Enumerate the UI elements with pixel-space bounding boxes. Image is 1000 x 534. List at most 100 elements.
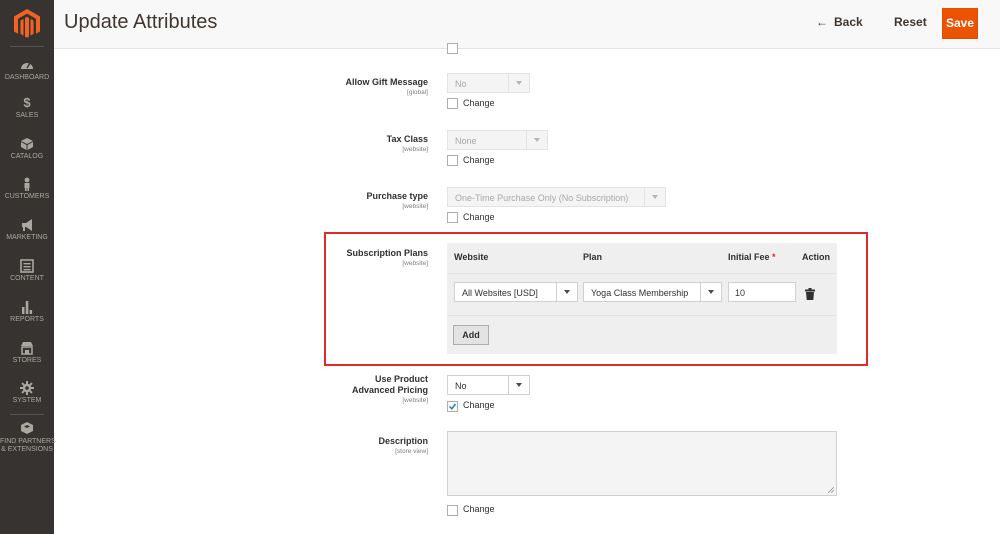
sidebar-item-find-partners[interactable]: FIND PARTNERS & EXTENSIONS xyxy=(0,421,56,454)
sidebar-divider xyxy=(10,46,44,47)
column-header-initial-fee: Initial Fee * xyxy=(728,252,776,262)
add-plan-button[interactable]: Add xyxy=(453,325,489,345)
subscription-plans-table: Website Plan Initial Fee * Action All We… xyxy=(447,243,837,354)
store-icon xyxy=(21,342,33,355)
content-icon xyxy=(20,259,34,273)
sidebar-item-catalog[interactable]: CATALOG xyxy=(0,137,54,161)
gift-message-change-checkbox[interactable] xyxy=(447,98,458,109)
sidebar-item-label: REPORTS xyxy=(10,316,44,323)
sidebar-item-reports[interactable]: REPORTS xyxy=(0,300,54,324)
sidebar-item-label: DASHBOARD xyxy=(4,74,50,81)
chevron-down-icon xyxy=(556,283,577,301)
admin-sidebar: DASHBOARD $ SALES CATALOG CUSTOMERS MARK… xyxy=(0,0,56,534)
change-label: Change xyxy=(463,155,495,165)
purchase-type-change-checkbox[interactable] xyxy=(447,212,458,223)
scope-label: [store view] xyxy=(395,448,428,455)
sidebar-item-system[interactable]: SYSTEM xyxy=(0,381,54,405)
sidebar-item-sales[interactable]: $ SALES xyxy=(0,96,54,120)
advanced-pricing-select[interactable]: No xyxy=(447,375,530,395)
change-checkbox[interactable] xyxy=(447,43,458,54)
sidebar-divider xyxy=(10,414,44,415)
partners-icon xyxy=(21,422,33,434)
chevron-down-icon xyxy=(508,74,529,92)
sidebar-item-label: CUSTOMERS xyxy=(4,193,50,200)
scope-label: [website] xyxy=(402,397,428,404)
tax-class-select[interactable]: None xyxy=(447,130,548,150)
required-mark: * xyxy=(772,252,776,262)
plan-select[interactable]: Yoga Class Membership xyxy=(583,282,722,302)
attributes-form: Allow Gift Message [global] No Change Ta… xyxy=(54,43,1000,534)
field-label: Subscription Plans xyxy=(346,248,428,258)
magento-logo-icon[interactable] xyxy=(14,9,40,39)
change-label: Change xyxy=(463,98,495,108)
tax-class-change-checkbox[interactable] xyxy=(447,155,458,166)
sidebar-item-stores[interactable]: STORES xyxy=(0,341,54,365)
field-label: Allow Gift Message xyxy=(345,77,428,87)
dashboard-icon xyxy=(21,62,33,69)
column-header-label: Initial Fee xyxy=(728,252,770,262)
sidebar-item-customers[interactable]: CUSTOMERS xyxy=(0,177,54,201)
sidebar-item-label: SALES xyxy=(15,112,39,119)
page-header: Update Attributes ← Back Reset Save xyxy=(54,0,1000,49)
sidebar-item-label: SYSTEM xyxy=(12,397,42,404)
person-icon xyxy=(24,177,30,191)
scope-label: [website] xyxy=(402,203,428,210)
tax-class-label: Tax Class [website] xyxy=(387,134,428,154)
field-label: Tax Class xyxy=(386,134,428,144)
change-label: Change xyxy=(463,504,495,514)
sidebar-item-label: STORES xyxy=(12,357,42,364)
gift-message-select[interactable]: No xyxy=(447,73,530,93)
back-button-label: Back xyxy=(834,15,863,29)
scope-label: [website] xyxy=(402,146,428,153)
field-label: Description xyxy=(378,436,428,446)
save-button[interactable]: Save xyxy=(942,8,978,39)
purchase-type-select[interactable]: One-Time Purchase Only (No Subscription) xyxy=(447,187,666,207)
sidebar-item-dashboard[interactable]: DASHBOARD xyxy=(0,58,54,82)
initial-fee-input[interactable]: 10 xyxy=(728,282,796,302)
bar-chart-icon xyxy=(22,301,33,314)
advanced-pricing-change-checkbox[interactable] xyxy=(447,401,458,412)
field-label-line2: Advanced Pricing xyxy=(351,385,428,395)
purchase-type-label: Purchase type [website] xyxy=(366,191,428,211)
field-label-line1: Use Product xyxy=(374,374,428,384)
page-title: Update Attributes xyxy=(64,11,218,33)
back-button[interactable]: ← Back xyxy=(816,15,863,29)
chevron-down-icon xyxy=(508,376,529,394)
resize-grip-icon[interactable] xyxy=(828,487,834,493)
gift-message-label: Allow Gift Message [global] xyxy=(345,77,428,97)
sidebar-item-content[interactable]: CONTENT xyxy=(0,259,54,283)
table-divider xyxy=(447,273,837,274)
sidebar-item-label: CONTENT xyxy=(10,275,44,282)
select-value: One-Time Purchase Only (No Subscription) xyxy=(455,193,629,203)
sidebar-item-label: FIND PARTNERS xyxy=(0,438,56,445)
sidebar-item-label: CATALOG xyxy=(10,153,44,160)
sidebar-item-marketing[interactable]: MARKETING xyxy=(0,218,54,242)
trash-icon[interactable] xyxy=(805,288,815,300)
column-header-website: Website xyxy=(454,252,489,262)
column-header-action: Action xyxy=(802,252,830,262)
input-value: 10 xyxy=(735,288,746,298)
description-label: Description [store view] xyxy=(378,436,428,456)
checkmark-icon xyxy=(448,403,457,410)
change-label: Change xyxy=(463,212,495,222)
select-value: None xyxy=(455,136,477,146)
column-header-plan: Plan xyxy=(583,252,603,262)
arrow-left-icon: ← xyxy=(816,15,828,29)
reset-button[interactable]: Reset xyxy=(894,15,927,29)
chevron-down-icon xyxy=(644,188,665,206)
scope-label: [global] xyxy=(407,89,428,96)
dollar-icon: $ xyxy=(23,95,31,110)
table-divider xyxy=(447,315,837,316)
field-label: Purchase type xyxy=(366,191,428,201)
subscription-plans-label: Subscription Plans [website] xyxy=(346,248,428,268)
megaphone-icon xyxy=(22,219,32,231)
select-value: No xyxy=(455,79,467,89)
description-change-checkbox[interactable] xyxy=(447,505,458,516)
cube-icon xyxy=(21,138,33,150)
gear-icon xyxy=(20,381,34,395)
sidebar-item-label: MARKETING xyxy=(6,234,48,241)
description-textarea[interactable] xyxy=(447,431,837,496)
advanced-pricing-label: Use Product Advanced Pricing [website] xyxy=(352,374,428,405)
website-select[interactable]: All Websites [USD] xyxy=(454,282,578,302)
select-value: No xyxy=(455,381,467,391)
